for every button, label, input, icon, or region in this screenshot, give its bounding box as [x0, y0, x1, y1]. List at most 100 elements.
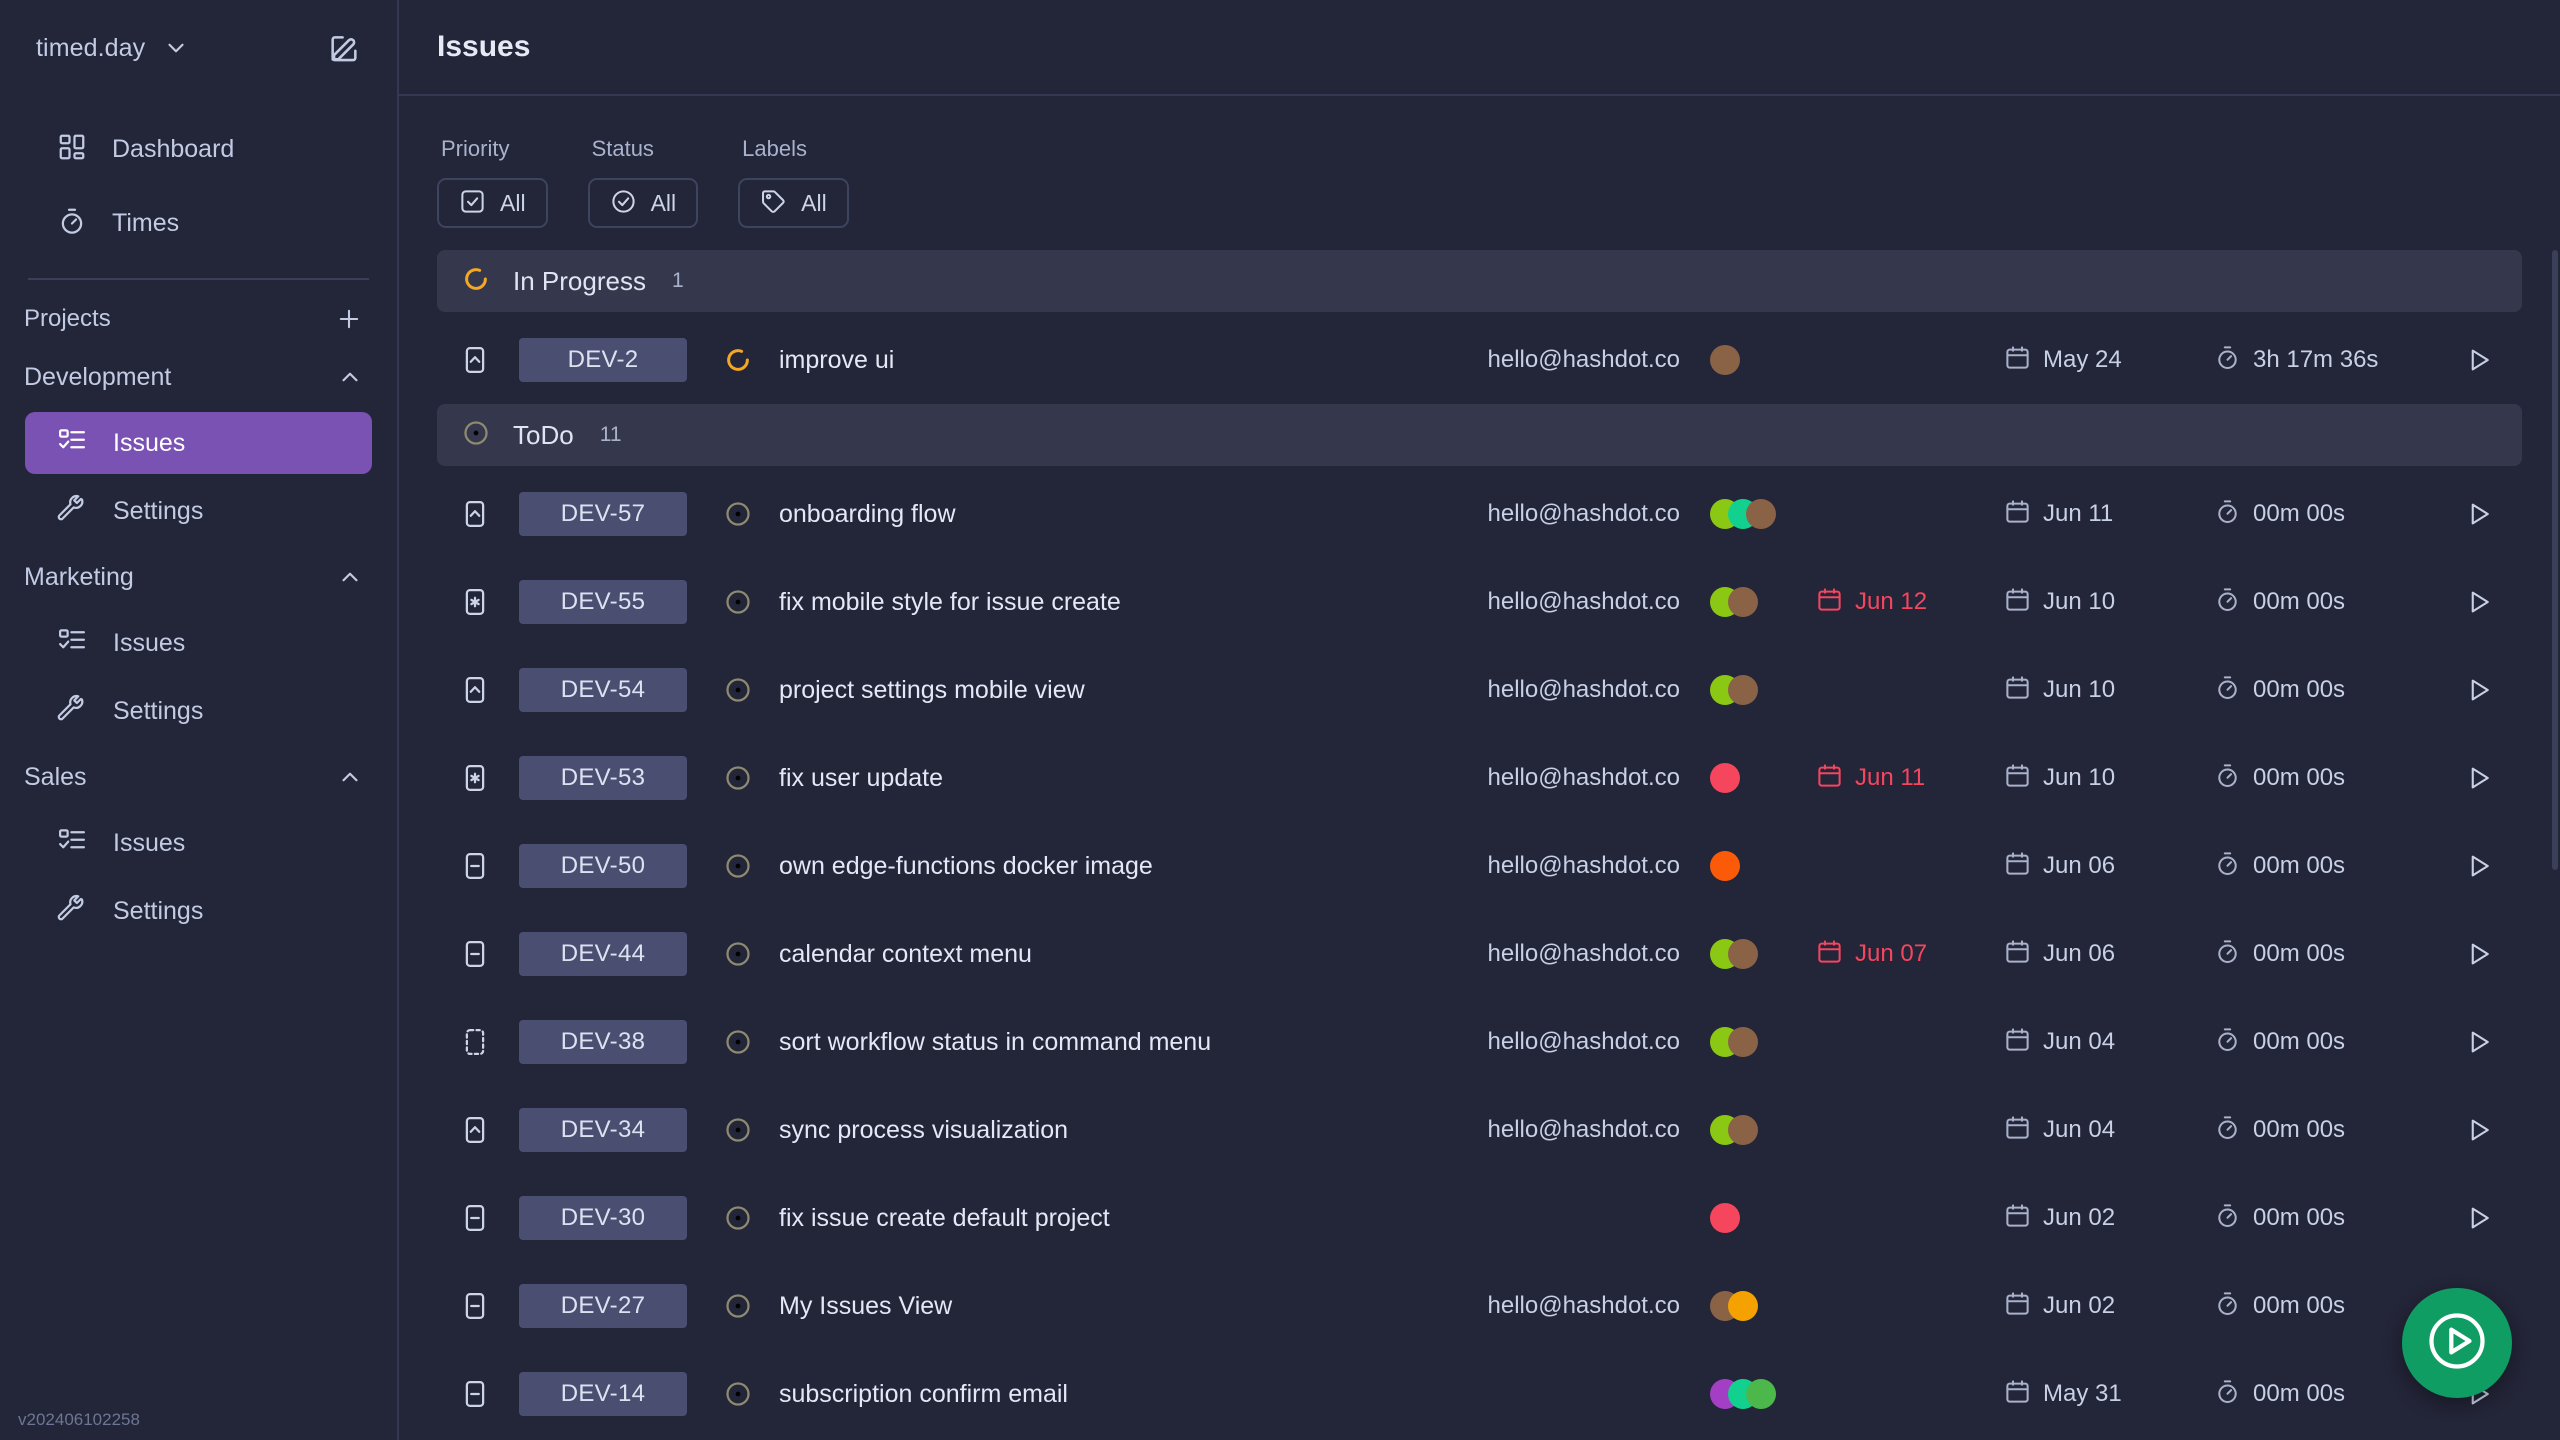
priority-icon[interactable]: [453, 1203, 497, 1233]
todo-icon[interactable]: [721, 1027, 755, 1057]
play-icon[interactable]: [2444, 345, 2514, 375]
todo-icon[interactable]: [721, 1203, 755, 1233]
issue-list: In Progress 1 DEV-2 improve ui hello@hashdot…: [399, 250, 2560, 1438]
priority-icon[interactable]: [453, 1379, 497, 1409]
issue-row[interactable]: DEV-2 improve ui hello@hashdot.co May 24 3h …: [437, 316, 2522, 404]
sidebar-item-dashboard[interactable]: Dashboard: [25, 118, 372, 180]
workspace-switcher[interactable]: timed.day: [36, 34, 189, 63]
issue-labels[interactable]: [1710, 1286, 1802, 1326]
plus-icon[interactable]: [335, 305, 363, 333]
priority-icon[interactable]: [453, 345, 497, 375]
play-icon[interactable]: [2444, 851, 2514, 881]
issue-group-name: In Progress: [513, 265, 646, 296]
todo-icon[interactable]: [721, 675, 755, 705]
issue-labels[interactable]: [1710, 934, 1802, 974]
priority-icon[interactable]: [453, 763, 497, 793]
todo-icon[interactable]: [721, 587, 755, 617]
priority-icon[interactable]: [453, 587, 497, 617]
sidebar-item-label: Dashboard: [112, 134, 235, 163]
play-icon[interactable]: [2444, 763, 2514, 793]
play-icon[interactable]: [2444, 1027, 2514, 1057]
start-timer-fab[interactable]: [2402, 1288, 2512, 1398]
issue-timer: 00m 00s: [2214, 586, 2444, 618]
issue-group-header[interactable]: ToDo 11: [437, 404, 2522, 466]
filter-labels-button[interactable]: All: [738, 178, 849, 228]
issue-due[interactable]: Jun 12: [1816, 586, 2004, 618]
issue-labels[interactable]: [1710, 1198, 1802, 1238]
issue-created-date: Jun 06: [2043, 940, 2116, 967]
issue-labels[interactable]: [1710, 340, 1802, 380]
priority-icon[interactable]: [453, 1027, 497, 1057]
priority-icon[interactable]: [453, 1115, 497, 1145]
issue-created: Jun 02: [2004, 1290, 2214, 1322]
calendar-icon: [2004, 1290, 2031, 1322]
play-icon[interactable]: [2444, 675, 2514, 705]
issue-labels[interactable]: [1710, 670, 1802, 710]
priority-icon[interactable]: [453, 499, 497, 529]
issue-due-date: Jun 07: [1855, 940, 1928, 967]
chevron-up-icon[interactable]: [337, 764, 363, 790]
sidebar-item-sales-issues[interactable]: Issues: [25, 812, 372, 874]
issue-created: Jun 11: [2004, 498, 2214, 530]
play-icon[interactable]: [2444, 1115, 2514, 1145]
todo-icon[interactable]: [721, 1379, 755, 1409]
play-icon[interactable]: [2444, 939, 2514, 969]
issue-row[interactable]: DEV-14 subscription confirm email May 31 00…: [437, 1350, 2522, 1438]
priority-icon[interactable]: [453, 1291, 497, 1321]
project-group-development[interactable]: Development: [0, 348, 397, 406]
priority-icon[interactable]: [453, 939, 497, 969]
issue-row[interactable]: DEV-30 fix issue create default project Ju…: [437, 1174, 2522, 1262]
play-icon[interactable]: [2444, 1203, 2514, 1233]
issue-timer: 00m 00s: [2214, 1202, 2444, 1234]
scrollbar[interactable]: [2552, 250, 2558, 1370]
play-icon[interactable]: [2444, 499, 2514, 529]
issue-labels[interactable]: [1710, 1110, 1802, 1150]
issue-labels[interactable]: [1710, 1022, 1802, 1062]
sidebar-item-marketing-settings[interactable]: Settings: [25, 680, 372, 742]
todo-icon[interactable]: [721, 1291, 755, 1321]
issue-labels[interactable]: [1710, 758, 1802, 798]
issue-labels[interactable]: [1710, 582, 1802, 622]
sidebar-item-development-settings[interactable]: Settings: [25, 480, 372, 542]
issue-row[interactable]: DEV-50 own edge-functions docker image hel…: [437, 822, 2522, 910]
play-icon[interactable]: [2444, 587, 2514, 617]
issue-row[interactable]: DEV-57 onboarding flow hello@hashdot.co Jun…: [437, 470, 2522, 558]
project-group-sales[interactable]: Sales: [0, 748, 397, 806]
issue-row[interactable]: DEV-55 fix mobile style for issue create h…: [437, 558, 2522, 646]
in-progress-icon[interactable]: [721, 345, 755, 375]
issue-group-header[interactable]: In Progress 1: [437, 250, 2522, 312]
issue-row[interactable]: DEV-34 sync process visualization hello@ha…: [437, 1086, 2522, 1174]
priority-icon[interactable]: [453, 675, 497, 705]
todo-icon[interactable]: [721, 939, 755, 969]
priority-icon[interactable]: [453, 851, 497, 881]
sidebar-item-marketing-issues[interactable]: Issues: [25, 612, 372, 674]
issue-timer: 00m 00s: [2214, 938, 2444, 970]
sidebar-item-times[interactable]: Times: [25, 192, 372, 254]
filter-priority-button[interactable]: All: [437, 178, 548, 228]
todo-icon[interactable]: [721, 1115, 755, 1145]
issue-key: DEV-55: [519, 580, 687, 624]
play-circle-icon: [2423, 1307, 2491, 1380]
issue-due[interactable]: Jun 07: [1816, 938, 2004, 970]
issue-labels[interactable]: [1710, 494, 1802, 534]
issue-row[interactable]: DEV-54 project settings mobile view hello@…: [437, 646, 2522, 734]
label-dot: [1728, 1115, 1758, 1145]
chevron-up-icon[interactable]: [337, 364, 363, 390]
scrollbar-thumb[interactable]: [2552, 250, 2558, 870]
sidebar-item-sales-settings[interactable]: Settings: [25, 880, 372, 942]
sidebar-item-development-issues[interactable]: Issues: [25, 412, 372, 474]
compose-icon[interactable]: [321, 25, 367, 71]
filter-status-button[interactable]: All: [587, 178, 699, 228]
issue-labels[interactable]: [1710, 846, 1802, 886]
issue-row[interactable]: DEV-44 calendar context menu hello@hashdot…: [437, 910, 2522, 998]
todo-icon[interactable]: [721, 763, 755, 793]
todo-icon[interactable]: [721, 851, 755, 881]
issue-row[interactable]: DEV-27 My Issues View hello@hashdot.co Jun …: [437, 1262, 2522, 1350]
issue-row[interactable]: DEV-38 sort workflow status in command me…: [437, 998, 2522, 1086]
issue-due[interactable]: Jun 11: [1816, 762, 2004, 794]
issue-row[interactable]: DEV-53 fix user update hello@hashdot.co Jun…: [437, 734, 2522, 822]
todo-icon[interactable]: [721, 499, 755, 529]
project-group-marketing[interactable]: Marketing: [0, 548, 397, 606]
issue-labels[interactable]: [1710, 1374, 1802, 1414]
chevron-up-icon[interactable]: [337, 564, 363, 590]
